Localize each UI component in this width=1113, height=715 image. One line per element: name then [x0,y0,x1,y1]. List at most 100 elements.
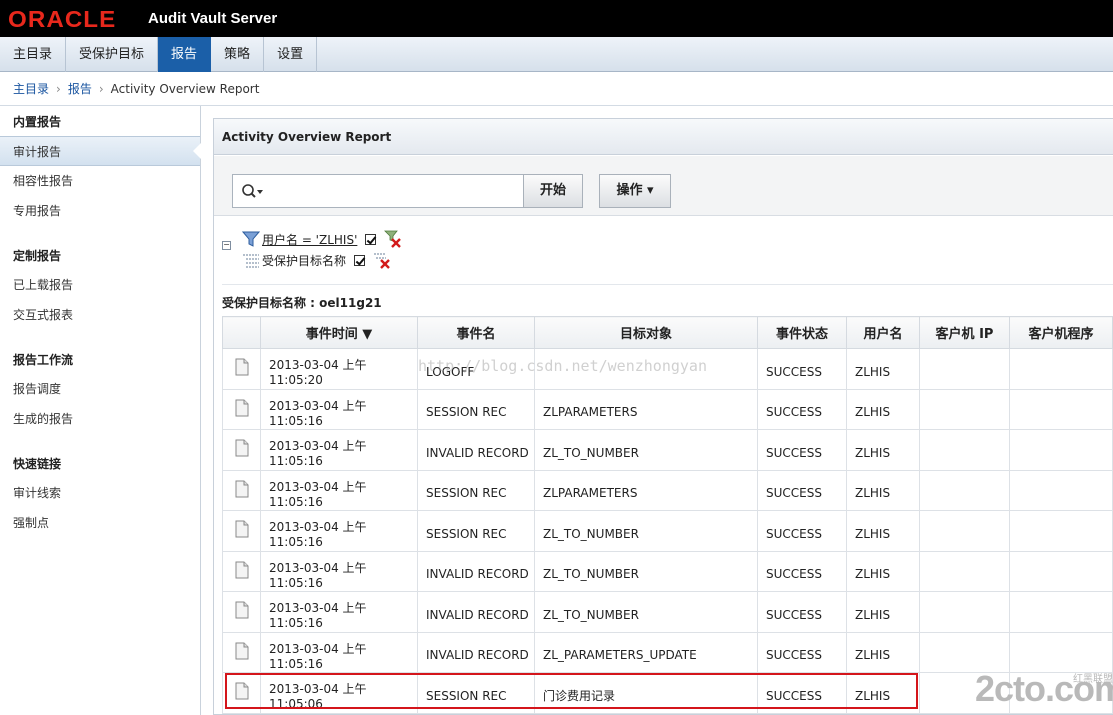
document-icon[interactable] [235,682,249,700]
filter-checkbox[interactable] [365,233,377,245]
breadcrumb: 主目录 › 报告 › Activity Overview Report [0,72,1113,106]
cell-username: ZLHIS [846,631,920,673]
table-row: 2013-03-04 上午 11:05:16 INVALID RECORD ZL_P… [222,631,1113,673]
table-row: 2013-03-04 上午 11:05:20 LOGOFF SUCCESS ZLHIS [222,348,1113,390]
sidebar-item-report-schedule[interactable]: 报告调度 [0,374,200,404]
document-icon[interactable] [235,480,249,498]
sidebar: 内置报告 审计报告 相容性报告 专用报告 定制报告 已上载报告 交互式报表 报告… [0,106,201,715]
cell-event-time: 2013-03-04 上午 11:05:16 [260,550,418,592]
column-header-username[interactable]: 用户名 [846,316,920,349]
document-icon[interactable] [235,561,249,579]
cell-event-status: SUCCESS [757,510,847,552]
search-input[interactable] [267,179,517,203]
cell-target-object: ZLPARAMETERS [534,388,758,430]
collapse-icon[interactable]: − [222,241,231,250]
tab-reports[interactable]: 报告 [158,37,212,72]
tab-settings[interactable]: 设置 [264,37,318,72]
cell-event-name: SESSION REC [417,510,535,552]
sidebar-heading: 定制报告 [13,249,62,263]
search-icon[interactable] [241,183,265,201]
cell-username: ZLHIS [846,429,920,471]
breadcrumb-home[interactable]: 主目录 [13,82,49,96]
cell-event-time: 2013-03-04 上午 11:05:16 [260,469,418,511]
cell-client-program [1009,469,1113,511]
document-icon[interactable] [235,399,249,417]
cell-target-object: 门诊费用记录 [534,672,758,714]
column-header-event-name[interactable]: 事件名 [417,316,535,349]
document-icon[interactable] [235,642,249,660]
filter-username[interactable]: 用户名 = 'ZLHIS' [262,231,357,248]
remove-filter-icon[interactable] [384,230,402,248]
cell-client-ip [919,631,1010,673]
row-detail-cell [222,429,261,471]
report-toolbar: 开始 操作 ▾ [214,156,1113,216]
table-row: 2013-03-04 上午 11:05:06 SESSION REC 门诊费用记录 S… [222,672,1113,714]
column-header-event-time[interactable]: 事件时间 ▼ [260,316,418,349]
cell-event-name: INVALID RECORD [417,429,535,471]
sidebar-item-audit-reports[interactable]: 审计报告 [0,136,201,166]
cell-event-time: 2013-03-04 上午 11:05:16 [260,429,418,471]
document-icon[interactable] [235,439,249,457]
document-icon[interactable] [235,358,249,376]
sidebar-item-generated-reports[interactable]: 生成的报告 [0,404,200,434]
cell-username: ZLHIS [846,591,920,633]
row-detail-cell [222,591,261,633]
tab-targets[interactable]: 受保护目标 [66,37,159,72]
column-header-client-program[interactable]: 客户机程序 [1009,316,1113,349]
cell-event-name: SESSION REC [417,388,535,430]
tab-policy[interactable]: 策略 [211,37,265,72]
cell-target-object: ZL_TO_NUMBER [534,429,758,471]
cell-target-object: ZL_TO_NUMBER [534,510,758,552]
row-detail-cell [222,550,261,592]
chevron-right-icon: › [98,82,104,96]
document-icon[interactable] [235,601,249,619]
column-header-event-status[interactable]: 事件状态 [757,316,847,349]
cell-client-program [1009,388,1113,430]
group-by-icon [243,254,259,268]
sidebar-item-compliance-reports[interactable]: 相容性报告 [0,166,200,196]
sidebar-heading: 快速链接 [13,457,62,471]
cell-target-object: ZLPARAMETERS [534,469,758,511]
table-row: 2013-03-04 上午 11:05:16 SESSION REC ZLPARAM… [222,469,1113,511]
cell-client-ip [919,388,1010,430]
cell-client-ip [919,672,1010,714]
go-button[interactable]: 开始 [523,174,583,208]
cell-client-ip [919,469,1010,511]
cell-client-ip [919,591,1010,633]
cell-event-status: SUCCESS [757,429,847,471]
cell-target-object: ZL_TO_NUMBER [534,550,758,592]
document-icon[interactable] [235,520,249,538]
filter-list: − 用户名 = 'ZLHIS' 受保护目标名称 [222,229,422,273]
cell-username: ZLHIS [846,672,920,714]
filter-checkbox[interactable] [354,254,366,266]
filter-target-name: 受保护目标名称 [262,253,347,268]
chevron-right-icon: › [56,82,61,96]
row-detail-cell [222,348,261,390]
cell-event-status: SUCCESS [757,591,847,633]
cell-username: ZLHIS [846,348,920,390]
breadcrumb-reports[interactable]: 报告 [68,82,92,96]
sidebar-heading: 内置报告 [13,115,62,129]
cell-event-status: SUCCESS [757,469,847,511]
table-row: 2013-03-04 上午 11:05:16 INVALID RECORD ZL_T… [222,591,1113,633]
table-body: 2013-03-04 上午 11:05:20 LOGOFF SUCCESS ZLHIS… [222,348,1113,714]
cell-event-name: SESSION REC [417,469,535,511]
table-header-row: 事件时间 ▼ 事件名 目标对象 事件状态 用户名 客户机 IP 客户机程序 [222,316,1113,349]
cell-event-name: INVALID RECORD [417,631,535,673]
cell-client-ip [919,510,1010,552]
column-header-target-object[interactable]: 目标对象 [534,316,758,349]
tab-home[interactable]: 主目录 [0,37,67,72]
cell-event-status: SUCCESS [757,550,847,592]
cell-event-status: SUCCESS [757,672,847,714]
actions-menu-button[interactable]: 操作 ▾ [599,174,671,208]
sidebar-item-enforcement-points[interactable]: 强制点 [0,508,200,538]
remove-group-icon[interactable] [373,251,391,269]
row-detail-cell [222,469,261,511]
oracle-logo: ORACLE [8,6,117,32]
sidebar-item-uploaded-reports[interactable]: 已上载报告 [0,270,200,300]
top-header: ORACLE Audit Vault Server [0,0,1113,37]
column-header-client-ip[interactable]: 客户机 IP [919,316,1010,349]
sidebar-item-audit-trails[interactable]: 审计线索 [0,478,200,508]
sidebar-item-interactive-reports[interactable]: 交互式报表 [0,300,200,330]
sidebar-item-special-reports[interactable]: 专用报告 [0,196,200,226]
